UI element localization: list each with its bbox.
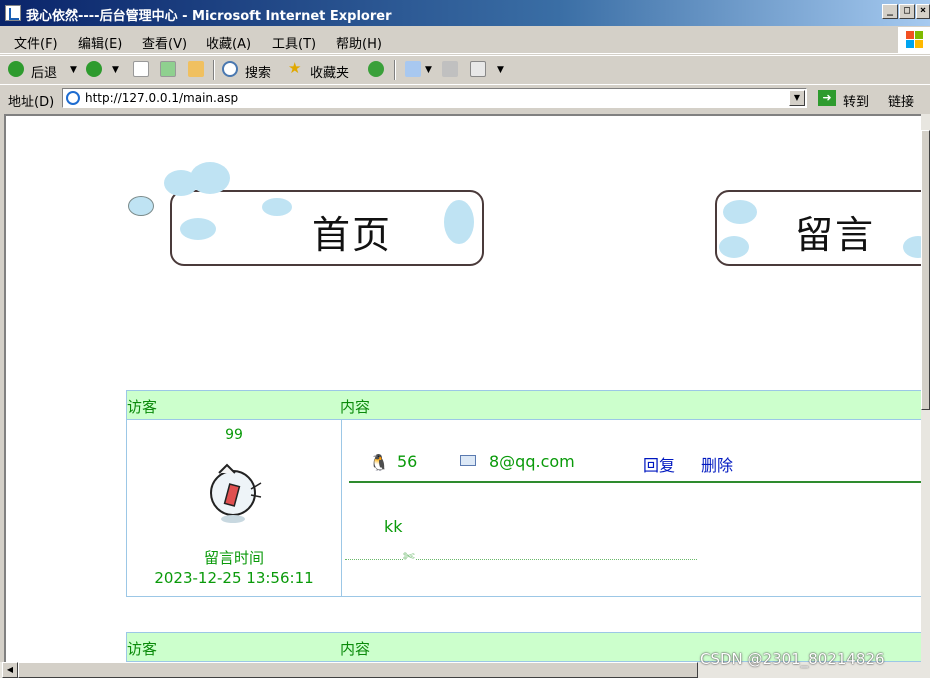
message-qq[interactable]: 56 [397, 452, 417, 471]
go-button[interactable]: 转到 [843, 91, 869, 110]
cloud-decoration [444, 200, 474, 244]
cloud-decoration [180, 218, 216, 240]
horizontal-scroll-thumb[interactable] [18, 662, 698, 678]
content-divider [349, 481, 921, 483]
favorites-button[interactable]: 收藏夹 [310, 62, 349, 81]
address-url[interactable]: http://127.0.0.1/main.asp [85, 91, 238, 105]
search-button[interactable]: 搜索 [245, 62, 271, 81]
nav-guestbook-label: 留言 [795, 213, 876, 257]
qq-penguin-icon: 🐧 [369, 453, 389, 472]
visitor-avatar [210, 463, 262, 523]
forward-dropdown-icon[interactable]: ▼ [112, 65, 119, 75]
vertical-scrollbar[interactable] [921, 114, 930, 662]
address-bar: 地址(D) http://127.0.0.1/main.asp ▼ ➜ 转到 链… [0, 84, 930, 113]
message-time: 2023-12-25 13:56:11 [154, 569, 314, 587]
close-button[interactable]: × [916, 4, 930, 19]
links-button[interactable]: 链接 [888, 91, 914, 110]
search-icon[interactable] [222, 61, 238, 77]
back-dropdown-icon[interactable]: ▼ [70, 65, 77, 75]
message-header-row: 访客 内容 [127, 391, 921, 420]
message-time-label: 留言时间 [203, 549, 264, 567]
nav-home-button[interactable]: 首页 [164, 162, 484, 266]
edit-word-icon[interactable] [470, 61, 486, 77]
ie-document-icon [5, 5, 21, 21]
scissors-icon: ✄ [403, 549, 415, 565]
message-email[interactable]: 8@qq.com [489, 452, 575, 471]
content-column-header: 内容 [340, 398, 371, 416]
message-entry: 访客 内容 99 留言时间 2023-12-25 13:56:11 🐧 56 8… [126, 390, 921, 597]
standard-toolbar: 后退 ▼ ▼ 搜索 ★ 收藏夹 ▼ ▼ [0, 55, 930, 85]
minimize-button[interactable]: _ [882, 4, 898, 19]
dotted-separator [345, 559, 697, 560]
column-divider [341, 419, 342, 596]
refresh-icon[interactable] [160, 61, 176, 77]
stop-icon[interactable] [133, 61, 149, 77]
back-button[interactable]: 后退 [31, 62, 57, 81]
cloud-decoration [723, 200, 757, 224]
message-body: kk [384, 517, 403, 536]
cloud-decoration [903, 236, 921, 258]
mail-icon[interactable] [405, 61, 421, 77]
cloud-decoration [128, 196, 154, 216]
cloud-decoration [190, 162, 230, 194]
reply-link[interactable]: 回复 [643, 452, 675, 476]
content-column-header: 内容 [340, 640, 371, 658]
history-icon[interactable] [368, 61, 384, 77]
watermark: CSDN @2301_80214826 [700, 650, 885, 668]
windows-logo-icon [898, 27, 930, 53]
nav-guestbook-button[interactable]: 留言 [715, 190, 921, 266]
cloud-decoration [262, 198, 292, 216]
window-title: 我心依然----后台管理中心 - Microsoft Internet Expl… [26, 9, 392, 24]
maximize-button[interactable]: □ [899, 4, 915, 19]
address-dropdown-icon[interactable]: ▼ [789, 90, 805, 106]
back-arrow-icon[interactable] [8, 61, 24, 77]
menu-file[interactable]: 文件(F) [14, 33, 58, 52]
menu-bar: 文件(F) 编辑(E) 查看(V) 收藏(A) 工具(T) 帮助(H) [0, 27, 930, 54]
menu-tools[interactable]: 工具(T) [272, 33, 316, 52]
go-arrow-icon[interactable]: ➜ [818, 90, 836, 106]
home-icon[interactable] [188, 61, 204, 77]
visitor-name: 99 [225, 427, 243, 443]
delete-link[interactable]: 删除 [701, 452, 733, 476]
edit-dropdown-icon[interactable]: ▼ [497, 65, 504, 75]
address-label: 地址(D) [8, 95, 55, 110]
toolbar-separator [213, 60, 215, 80]
page-content: 首页 留言 访客 内容 99 留言时间 2023-12-25 13:56:11 … [4, 114, 921, 662]
scroll-left-arrow-icon[interactable]: ◀ [2, 662, 18, 678]
window-title-bar: 我心依然----后台管理中心 - Microsoft Internet Expl… [0, 0, 930, 26]
forward-arrow-icon[interactable] [86, 61, 102, 77]
menu-edit[interactable]: 编辑(E) [78, 33, 122, 52]
menu-favorites[interactable]: 收藏(A) [206, 33, 251, 52]
nav-home-label: 首页 [312, 213, 393, 257]
favorites-star-icon[interactable]: ★ [288, 59, 301, 77]
menu-help[interactable]: 帮助(H) [336, 33, 382, 52]
print-icon[interactable] [442, 61, 458, 77]
cloud-decoration [719, 236, 749, 258]
menu-view[interactable]: 查看(V) [142, 33, 187, 52]
ie-page-icon [66, 91, 80, 105]
visitor-column-header: 访客 [127, 640, 158, 658]
vertical-scroll-thumb[interactable] [921, 130, 930, 410]
address-input[interactable]: http://127.0.0.1/main.asp ▼ [62, 88, 807, 108]
mail-dropdown-icon[interactable]: ▼ [425, 65, 432, 75]
toolbar-separator [394, 60, 396, 80]
visitor-column-header: 访客 [127, 398, 158, 416]
email-envelope-icon [460, 455, 476, 466]
